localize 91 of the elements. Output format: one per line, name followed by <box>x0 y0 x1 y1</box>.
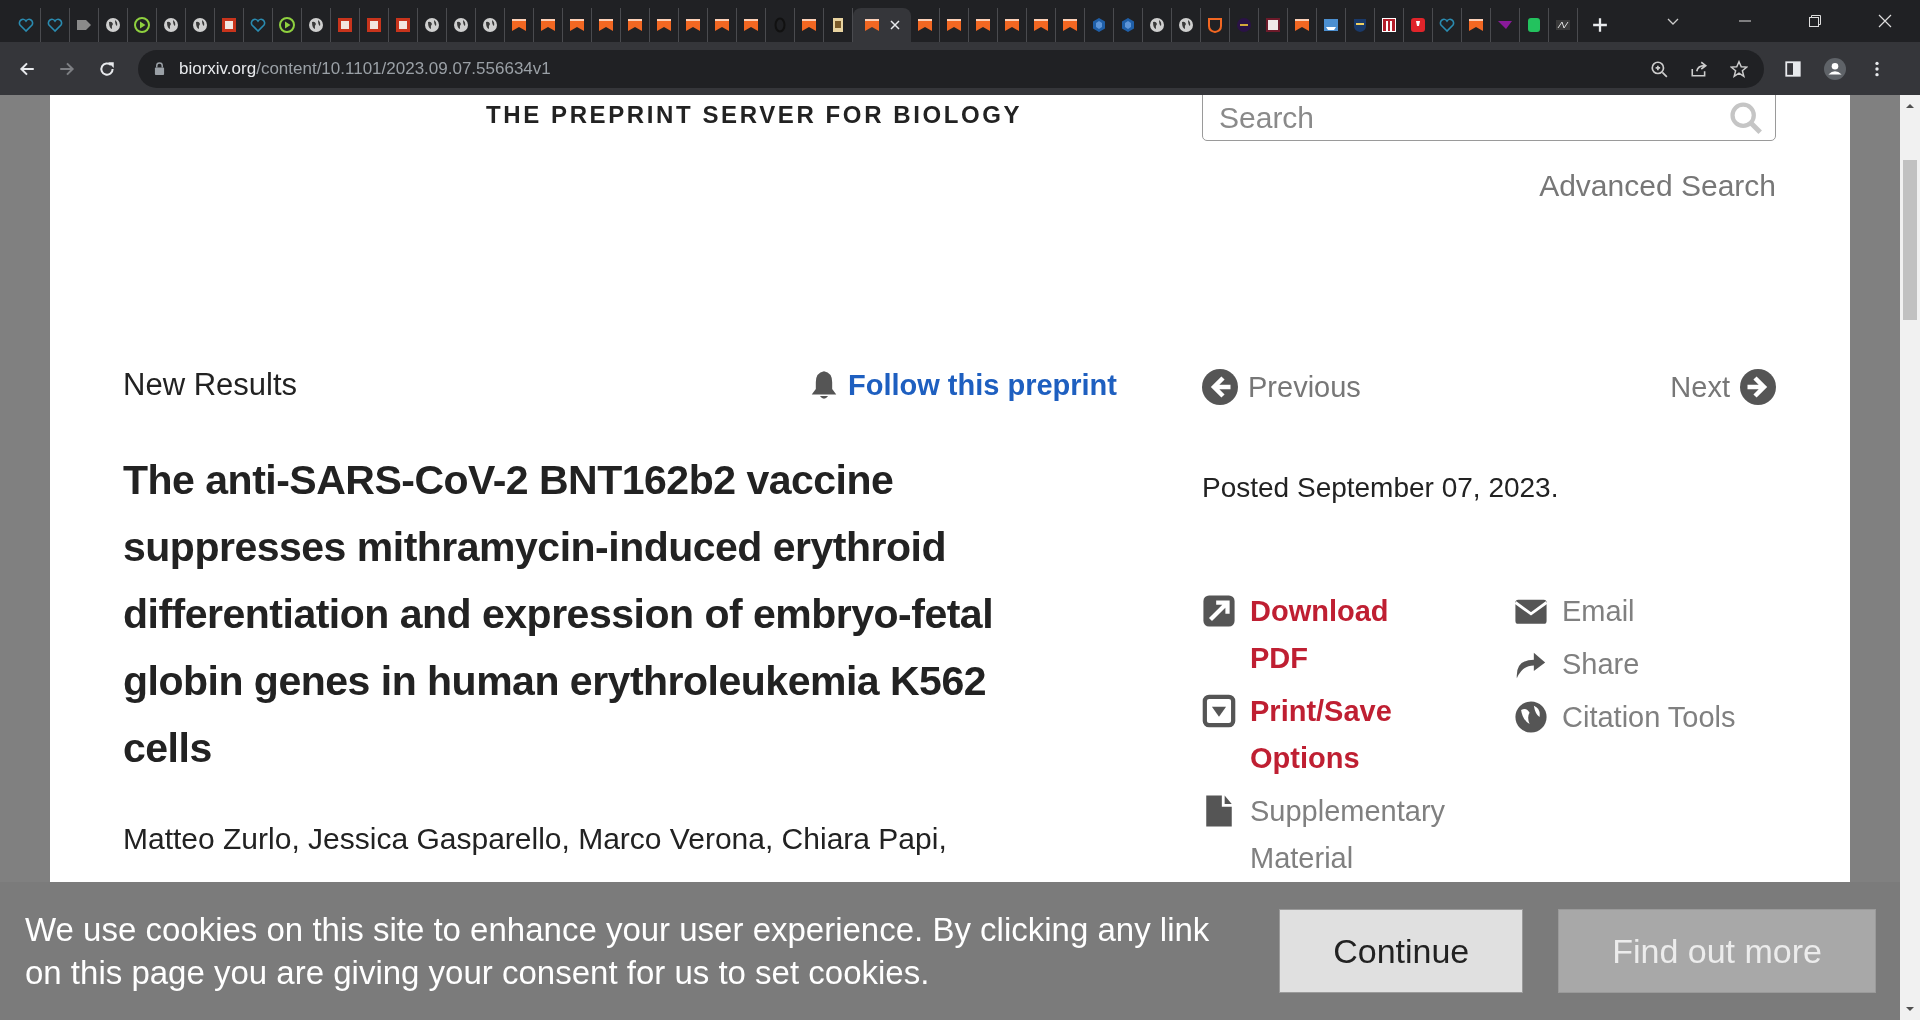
favicon-icon <box>1236 17 1252 33</box>
favicon-icon <box>1555 17 1571 33</box>
print-icon <box>1202 694 1236 728</box>
favicon-icon <box>743 17 759 33</box>
scroll-down-icon[interactable] <box>1905 1006 1915 1012</box>
lock-icon <box>154 62 165 75</box>
cookie-message: We use cookies on this site to enhance your user experience. By clicking any link on this page you are giving your consent for us to set cookies. <box>25 910 1211 993</box>
favicon-icon <box>540 17 556 33</box>
favicon-icon <box>76 17 92 33</box>
scrollbar[interactable] <box>1900 95 1920 1020</box>
favicon-icon <box>685 17 701 33</box>
favicon-icon <box>1265 17 1281 33</box>
action-link[interactable]: Share <box>1514 641 1736 688</box>
favicon-icon <box>18 17 34 33</box>
favicon-icon <box>221 17 237 33</box>
favicon-icon <box>47 17 63 33</box>
share-icon[interactable] <box>1690 59 1708 78</box>
favicon-icon <box>1207 17 1223 33</box>
favicon-icon <box>627 17 643 33</box>
favicon-icon <box>1033 17 1049 33</box>
site-tagline: THE PREPRINT SERVER FOR BIOLOGY <box>486 101 1024 129</box>
side-panel-icon[interactable] <box>1784 59 1802 78</box>
author-list: Matteo Zurlo, Jessica Gasparello, Marco Verona, Chiara Papi, <box>123 822 1117 856</box>
favicon-icon <box>511 17 527 33</box>
favicon-icon <box>250 17 266 33</box>
action-link[interactable]: Citation Tools <box>1514 694 1736 741</box>
posted-date: Posted September 07, 2023. <box>1202 472 1560 504</box>
favicon-icon <box>1294 17 1310 33</box>
favicon-icon <box>192 17 208 33</box>
zoom-icon[interactable] <box>1650 59 1668 78</box>
favicon-icon <box>308 17 324 33</box>
favicon-icon <box>395 17 411 33</box>
favicon-icon <box>1381 17 1397 33</box>
favicon-icon <box>366 17 382 33</box>
favicon-icon <box>1091 17 1107 33</box>
close-icon[interactable] <box>1878 14 1892 28</box>
search-box[interactable]: Search <box>1202 95 1776 141</box>
next-link[interactable]: Next <box>1670 369 1776 405</box>
favicon-icon <box>1178 17 1194 33</box>
profile-icon[interactable] <box>1824 57 1846 80</box>
favicon-icon <box>105 17 121 33</box>
action-link[interactable]: Download PDF <box>1202 588 1514 682</box>
favicon-icon <box>1149 17 1165 33</box>
favicon-icon <box>163 17 179 33</box>
favicon-icon <box>337 17 353 33</box>
favicon-icon <box>801 17 817 33</box>
favicon-icon <box>1410 17 1426 33</box>
favicon-icon <box>1323 17 1339 33</box>
section-label: New Results <box>123 367 297 403</box>
favicon-icon <box>134 17 150 33</box>
favicon-icon <box>1526 17 1542 33</box>
address-bar[interactable]: biorxiv.org/content/10.1101/2023.09.07.556634v1 <box>138 49 1764 88</box>
action-link[interactable]: Supplementary Material <box>1202 788 1514 882</box>
favicon-icon <box>482 17 498 33</box>
favicon-icon <box>1468 17 1484 33</box>
favicon-icon <box>946 17 962 33</box>
favicon-icon <box>424 17 440 33</box>
favicon-icon <box>453 17 469 33</box>
action-link[interactable]: Email <box>1514 588 1736 635</box>
scroll-thumb[interactable] <box>1903 160 1917 320</box>
action-link[interactable]: Print/Save Options <box>1202 688 1514 782</box>
scroll-up-icon[interactable] <box>1905 103 1915 109</box>
star-icon[interactable] <box>1730 59 1748 78</box>
continue-button[interactable]: Continue <box>1279 909 1524 993</box>
download-icon <box>1202 594 1236 628</box>
follow-link[interactable]: Follow this preprint <box>809 368 1117 402</box>
restore-icon[interactable] <box>1808 14 1822 28</box>
globe-icon <box>1514 700 1548 734</box>
favicon-icon <box>598 17 614 33</box>
favicon-icon <box>714 17 730 33</box>
favicon-icon <box>656 17 672 33</box>
favicon-icon <box>1062 17 1078 33</box>
close-icon[interactable] <box>890 20 900 30</box>
favicon-icon <box>279 17 295 33</box>
favicon-icon <box>917 17 933 33</box>
bell-icon <box>809 370 838 400</box>
favicon-icon <box>864 17 880 33</box>
favicon-icon <box>830 17 846 33</box>
reload-icon[interactable] <box>98 59 116 78</box>
advanced-search-link[interactable]: Advanced Search <box>1539 169 1776 203</box>
browser-tab[interactable] <box>853 8 911 42</box>
favicon-icon <box>569 17 585 33</box>
favicon-icon <box>975 17 991 33</box>
favicon-icon <box>1004 17 1020 33</box>
favicon-icon <box>1352 17 1368 33</box>
previous-link[interactable]: Previous <box>1202 369 1361 405</box>
search-field[interactable]: Search <box>1217 100 1729 136</box>
article-title: The anti-SARS-CoV-2 BNT162b2 vaccine suppresses mithramycin-induced erythroid differentiation and expression of embryo-fetal globin genes in human erythroleukemia K562 cells <box>123 456 995 773</box>
new-tab-icon[interactable] <box>1592 17 1608 33</box>
favicon-icon <box>1439 17 1455 33</box>
favicon-icon <box>1120 17 1136 33</box>
